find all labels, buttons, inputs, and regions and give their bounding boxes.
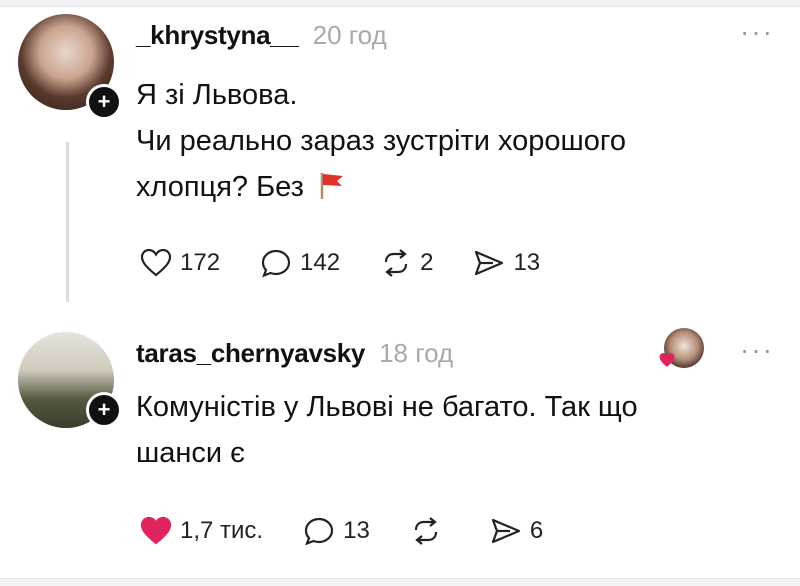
- post-text-line: шанси є: [136, 437, 245, 469]
- share-count: 6: [529, 517, 544, 544]
- post-text-line: Я зі Львова.: [136, 79, 298, 111]
- comment-button[interactable]: 13: [303, 516, 370, 546]
- post-2: + taras_chernyavsky 18 год ··· Комуністі…: [0, 318, 800, 578]
- post-text-line-with-flag: хлопця? Без: [136, 164, 756, 214]
- timestamp: 20 год: [312, 20, 387, 50]
- thread-line: [66, 142, 69, 302]
- post-text: Я зі Львова. Чи реально зараз зустріти х…: [136, 72, 756, 214]
- plus-icon: +: [97, 397, 111, 422]
- username[interactable]: _khrystyna__: [136, 20, 299, 51]
- comment-button[interactable]: 142: [260, 248, 340, 278]
- repost-button[interactable]: 2: [380, 248, 433, 278]
- comment-icon: [261, 249, 291, 278]
- repost-count: 2: [420, 249, 434, 276]
- post-text-line: хлопця? Без: [136, 171, 304, 203]
- repost-icon: [384, 249, 408, 277]
- post-header: _khrystyna__ 20 год: [136, 20, 387, 51]
- comment-icon: [305, 517, 334, 546]
- follow-button[interactable]: +: [86, 392, 122, 428]
- like-count: 172: [180, 249, 221, 276]
- like-count: 1,7 тис.: [180, 517, 264, 544]
- share-button[interactable]: 13: [473, 248, 540, 278]
- more-icon[interactable]: ···: [740, 336, 774, 364]
- more-icon[interactable]: ···: [740, 18, 774, 46]
- post-text-line: Комуністів у Львові не багато. Так що: [136, 391, 638, 423]
- comment-count: 142: [300, 249, 341, 276]
- action-bar: 172 142 2 13: [140, 248, 580, 278]
- heart-icon: [140, 248, 172, 277]
- heart-icon: [140, 516, 172, 545]
- red-flag-icon: [316, 168, 346, 214]
- share-icon: [475, 250, 504, 276]
- plus-icon: +: [97, 89, 111, 114]
- post-text: Комуністів у Львові не багато. Так що ша…: [136, 384, 756, 476]
- follow-button[interactable]: +: [86, 84, 122, 120]
- post-text-line: Чи реально зараз зустріти хорошого: [136, 125, 626, 157]
- repost-button[interactable]: [410, 516, 450, 546]
- post-1: + _khrystyna__ 20 год ··· Я зі Львова. Ч…: [0, 0, 800, 302]
- like-button[interactable]: 172: [140, 248, 220, 278]
- post-header: taras_chernyavsky 18 год: [136, 338, 453, 369]
- comment-count: 13: [343, 517, 370, 544]
- share-button[interactable]: 6: [490, 516, 543, 546]
- share-count: 13: [513, 249, 541, 276]
- timestamp: 18 год: [379, 338, 454, 368]
- username[interactable]: taras_chernyavsky: [136, 338, 365, 369]
- share-icon: [491, 518, 520, 544]
- action-bar: 1,7 тис. 13 6: [140, 516, 583, 546]
- like-button[interactable]: 1,7 тис.: [140, 516, 263, 546]
- repost-icon: [414, 517, 437, 545]
- liked-by-author-heart-icon: [658, 352, 676, 373]
